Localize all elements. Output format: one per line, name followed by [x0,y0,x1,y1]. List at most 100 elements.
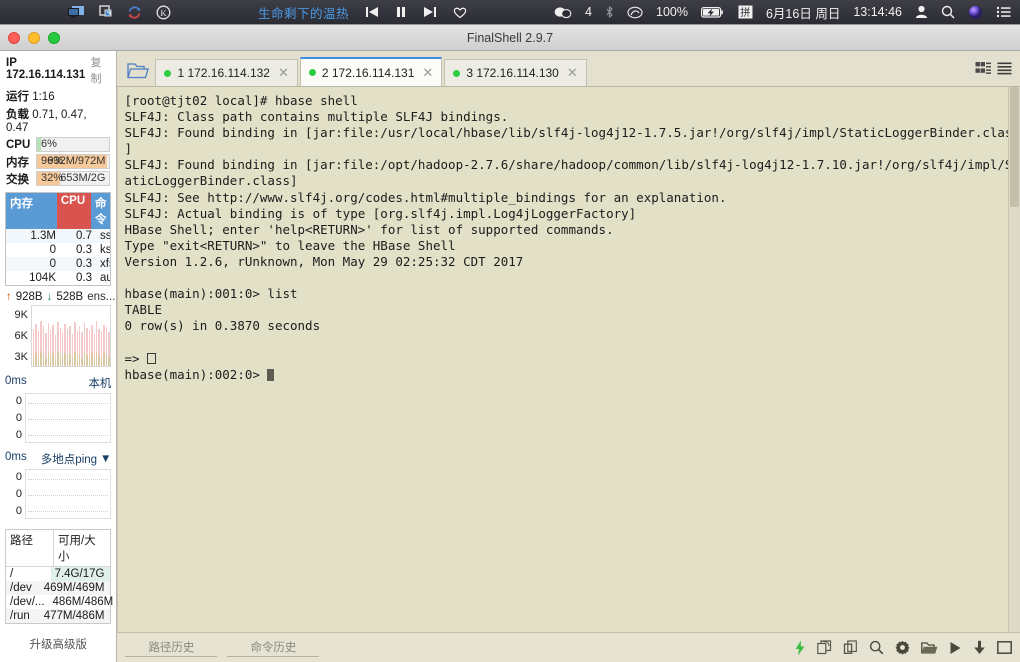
disk-path: / [10,568,14,580]
folder-icon[interactable] [121,62,155,86]
process-header-cpu[interactable]: CPU [56,193,91,229]
upgrade-link[interactable]: 升级高级版 [0,628,116,662]
terminal-line: SLF4J: Found binding in [jar:file:/opt/h… [124,157,1020,173]
network-bar [33,328,35,366]
terminal-scrollbar-thumb[interactable] [1010,87,1019,207]
uptime-value: 1:16 [32,91,55,103]
pause-icon[interactable] [395,6,407,18]
ping-local-plot [25,393,112,443]
network-graph-bars [32,306,110,366]
network-bar [76,330,79,366]
ping-local-tick-0: 0 [15,395,22,408]
ping-multi-value: 0ms [5,451,27,463]
network-graph-axis: 9K 6K 3K [5,305,31,367]
terminal-tab[interactable]: 1 172.16.114.132 ✕ [155,59,298,86]
terminal-tab[interactable]: 2 172.16.114.131 ✕ [299,57,443,86]
siri-icon[interactable] [968,5,983,20]
maximize-button[interactable] [48,32,60,44]
ping-local-header: 0ms 本机 [5,375,111,393]
disk-usage: 469M/469M [43,582,105,594]
tab-close-icon[interactable]: ✕ [422,65,433,81]
duplicate-icon[interactable] [817,640,832,655]
memory-meter: 内存 96% 932M/972M [6,154,111,169]
copy-ip-button[interactable]: 复制 [90,54,110,86]
menubar-date[interactable]: 6月16日 周日 [766,3,840,22]
disk-path: /dev/... [10,596,45,608]
process-row[interactable]: 104K 0.3 auditd [6,271,110,285]
tab-status-dot [453,69,461,77]
network-bar [49,330,52,366]
sync-icon[interactable] [127,5,142,20]
terminal-tab[interactable]: 3 172.16.114.130 ✕ [444,59,587,86]
path-history-field[interactable]: 路径历史 [125,639,218,657]
minimize-button[interactable] [28,32,40,44]
window-title: FinalShell 2.9.7 [466,30,554,45]
ping-multi-axis: 0 0 0 [5,469,25,519]
battery-percent: 100% [656,5,688,19]
disk-table-header: 路径 可用/大小 [6,530,111,567]
network-bar [62,331,64,366]
kuwo-icon[interactable]: K [156,5,171,20]
disk-row[interactable]: /run 477M/486M [6,609,111,623]
process-command: xfsaild/d... [100,258,110,270]
process-row[interactable]: 1.3M 0.7 sshd [6,229,111,243]
folder-open-icon[interactable] [921,641,938,655]
terminal-output[interactable]: [root@tjt02 local]# hbase shell SLF4J: Cl… [117,87,1020,632]
window-icon[interactable] [997,641,1012,654]
screenshot-icon[interactable] [99,5,113,19]
list-view-icon[interactable] [997,61,1012,80]
process-row[interactable]: 0 0.3 ksoftirqd/0 [6,243,111,257]
disk-row[interactable]: / 7.4G/17G [6,567,111,581]
disk-row[interactable]: /dev 469M/469M [6,581,111,595]
battery-icon[interactable] [700,6,725,19]
next-track-icon[interactable] [423,6,437,18]
command-history-field[interactable]: 命令历史 [227,639,320,657]
disk-row[interactable]: /dev/... 486M/486M [6,595,113,609]
process-row[interactable]: 0 0.3 xfsaild/d... [6,257,111,271]
disk-usage: 7.4G/17G [50,567,111,581]
display-icon[interactable] [68,5,85,19]
process-cpu: 0.3 [76,244,92,256]
copy-icon[interactable] [843,640,858,655]
swap-meter: 交换 32% 653M/2G [6,171,111,186]
terminal-scrollbar[interactable] [1008,87,1020,632]
process-header-command[interactable]: 命令 [91,193,111,229]
disk-header-path[interactable]: 路径 [6,530,54,566]
ping-local-tick-2: 0 [15,428,22,441]
terminal-result-arrow: => [124,350,148,366]
search-icon[interactable] [941,5,955,19]
grid-view-icon[interactable] [975,61,991,80]
user-icon[interactable] [915,5,928,19]
network-interface-selector[interactable]: ens... ▼ [87,291,116,303]
network-bar [79,325,81,366]
network-bar [74,322,76,366]
bluetooth-icon[interactable] [605,5,614,19]
network-bar [40,321,42,366]
network-axis-tick-0: 9K [14,309,28,322]
ping-local-axis: 0 0 0 [5,393,25,443]
process-command: auditd [100,272,110,284]
tab-close-icon[interactable]: ✕ [278,65,289,81]
menubar-time[interactable]: 13:14:46 [853,5,902,19]
network-bar [100,331,103,366]
ping-multi-selector[interactable]: 多地点ping ▼ [41,451,112,467]
disk-header-size[interactable]: 可用/大小 [54,530,110,566]
play-icon[interactable] [949,641,962,655]
tab-close-icon[interactable]: ✕ [567,65,578,81]
screen-mirroring-icon[interactable] [627,6,643,19]
disk-usage: 486M/486M [52,596,114,608]
process-header-memory[interactable]: 内存 [6,193,57,229]
messages-count: 4 [585,5,592,19]
messages-icon[interactable] [554,6,572,19]
close-button[interactable] [8,32,20,44]
previous-track-icon[interactable] [365,6,379,18]
control-center-icon[interactable] [996,6,1011,18]
lightning-icon[interactable] [794,640,806,656]
search-icon[interactable] [869,640,884,655]
heart-icon[interactable] [453,6,467,19]
svg-text:拼: 拼 [740,6,750,19]
gear-icon[interactable] [895,640,910,655]
input-method-icon[interactable]: 拼 [738,5,753,19]
window-controls [8,32,60,44]
download-icon[interactable] [973,640,986,655]
